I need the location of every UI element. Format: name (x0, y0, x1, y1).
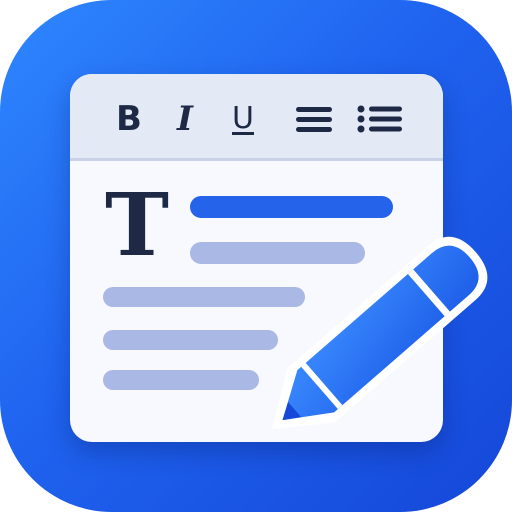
text-line (103, 287, 305, 307)
text-line (103, 370, 259, 390)
document-page: B I U T (70, 74, 443, 442)
app-icon-background: B I U T (0, 0, 512, 512)
text-lines (103, 196, 393, 390)
text-line-highlight (190, 196, 393, 218)
text-line (190, 242, 365, 264)
text-line (103, 330, 278, 350)
